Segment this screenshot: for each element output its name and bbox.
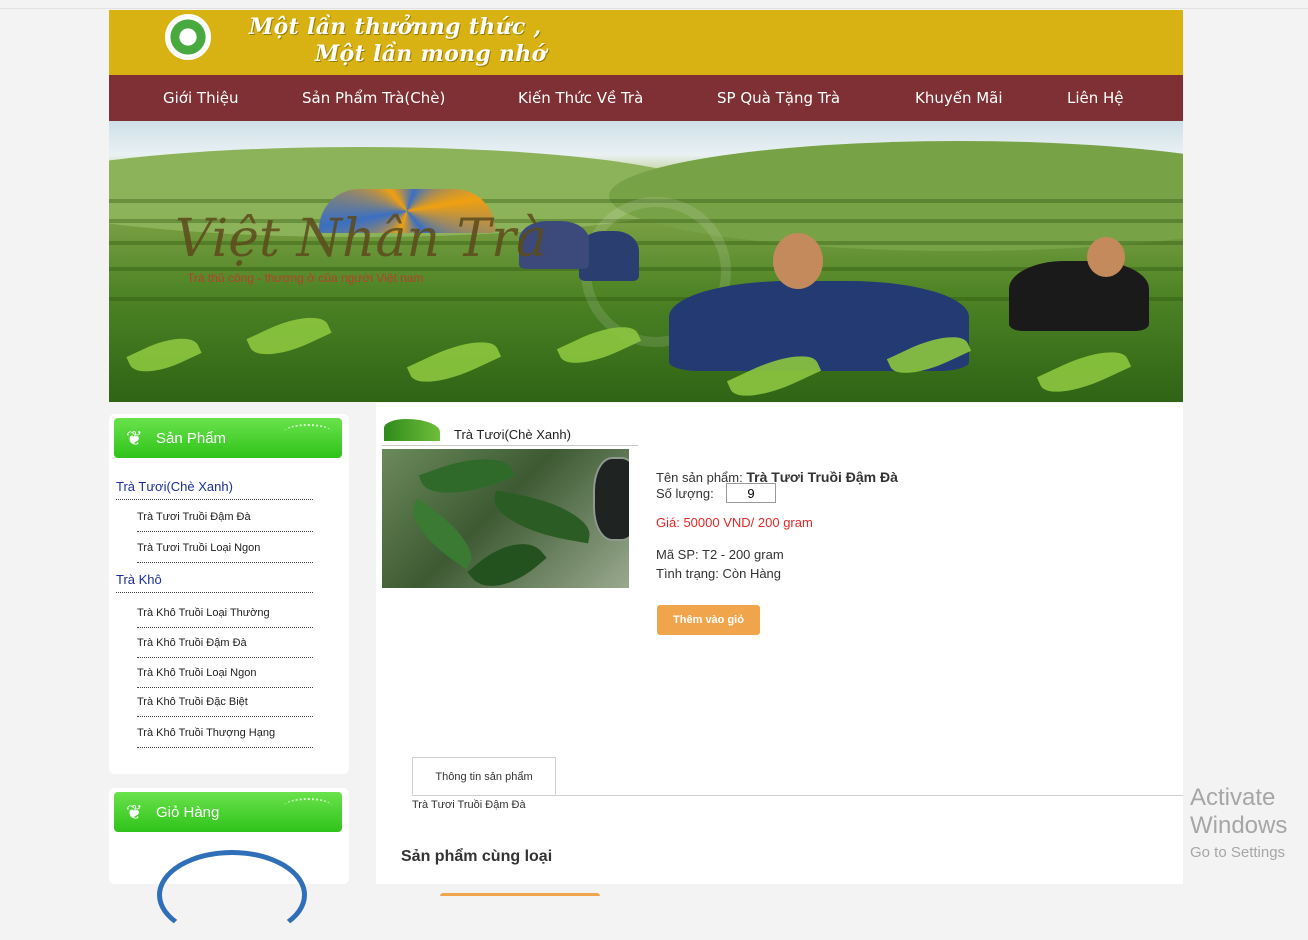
product-sku: Mã SP: T2 - 200 gram (656, 547, 784, 562)
category-link-tra-kho[interactable]: Trà Khô (116, 572, 313, 593)
sidebar-product-link[interactable]: Trà Khô Truồi Loại Ngon (137, 667, 313, 688)
tea-leaf (1036, 339, 1132, 402)
activate-windows-text: Activate Windows (1190, 784, 1288, 839)
category-divider (382, 445, 638, 446)
slogan-line-2: Một lần mong nhớ (315, 41, 547, 67)
add-to-cart-button[interactable]: Thêm vào giỏ (657, 605, 760, 635)
nav-item-khuyen-mai[interactable]: Khuyến Mãi (915, 75, 1003, 121)
product-category-title: Trà Tươi(Chè Xanh) (454, 427, 571, 442)
sidebar-product-link[interactable]: Trà Khô Truồi Thượng Hạng (137, 727, 313, 748)
category-link-tra-tuoi[interactable]: Trà Tươi(Chè Xanh) (116, 479, 313, 500)
product-detail-panel: Trà Tươi(Chè Xanh) Tên sản phẩm: Trà Tươ… (376, 403, 1183, 896)
sidebar-product-link[interactable]: Trà Khô Truồi Loại Thường (137, 607, 313, 628)
site-header: Một lần thưởnng thức , Một lần mong nhớ (109, 10, 1183, 75)
tea-leaf (126, 327, 202, 383)
tea-leaves-icon (384, 419, 440, 441)
nav-item-san-pham-tra[interactable]: Sản Phẩm Trà(Chè) (302, 75, 445, 121)
tea-sprig-icon: ❦ (126, 428, 143, 450)
sidebar-products-heading: Sản Phẩm (156, 430, 227, 447)
product-name-row: Tên sản phẩm: Trà Tươi Truồi Đậm Đà (656, 469, 898, 485)
go-to-settings-text: Go to Settings (1190, 844, 1286, 861)
page-container: Một lần thưởnng thức , Một lần mong nhớ … (109, 10, 1183, 940)
tea-sprig-icon: ❦ (126, 802, 143, 824)
hero-banner-image: Việt Nhân Trà Trà thủ công - thương ở củ… (109, 121, 1183, 402)
leaf-shape (467, 527, 547, 588)
leaf-shape (400, 498, 484, 570)
tea-leaf (246, 305, 332, 367)
worker-face (1087, 237, 1125, 277)
related-products-title: Sản phẩm cùng loại (401, 848, 553, 865)
worker-face (773, 233, 823, 289)
tea-leaf (406, 329, 502, 395)
sidebar-product-link[interactable]: Trà Khô Truồi Đặc Biệt (137, 696, 313, 717)
slogan-line-1: Một lần thưởnng thức , (249, 14, 542, 40)
banner-brand-title: Việt Nhân Trà (175, 209, 548, 269)
top-border-line (0, 8, 1308, 9)
nav-item-kien-thuc-ve-tra[interactable]: Kiến Thức Về Trà (518, 75, 643, 121)
sidebar-product-link[interactable]: Trà Khô Truồi Đậm Đà (137, 637, 313, 658)
quantity-input[interactable] (726, 483, 776, 503)
tab-content-text: Trà Tươi Truồi Đậm Đà (412, 799, 526, 811)
tab-product-info[interactable]: Thông tin sản phẩm (412, 757, 556, 795)
cart-graphic-icon (157, 850, 307, 940)
sidebar-product-link[interactable]: Trà Tươi Truồi Đậm Đà (137, 511, 313, 532)
sidebar-product-link[interactable]: Trà Tươi Truồi Loại Ngon (137, 542, 313, 563)
decorative-swirl-icon (284, 424, 332, 440)
banner-subtitle: Trà thủ công - thương ở của người Việt n… (187, 271, 424, 285)
sidebar-products-box: ❦ Sản Phẩm Trà Tươi(Chè Xanh) Trà Tươi T… (109, 414, 349, 774)
nav-item-lien-he[interactable]: Liên Hệ (1067, 75, 1124, 121)
main-nav: Giới Thiệu Sản Phẩm Trà(Chè) Kiến Thức V… (109, 75, 1183, 121)
quantity-label: Số lượng: (656, 486, 714, 501)
sidebar-cart-header: ❦ Giỏ Hàng (114, 792, 342, 832)
windows-activation-watermark: Activate Windows Go to Settings (1190, 784, 1308, 861)
product-price: Giá: 50000 VND/ 200 gram (656, 515, 813, 530)
nav-item-sp-qua-tang-tra[interactable]: SP Quà Tặng Trà (717, 75, 840, 121)
leaf-shape (489, 490, 595, 544)
decorative-swirl-icon (284, 798, 332, 814)
worker-figure (1009, 261, 1149, 331)
related-product-button-edge[interactable] (440, 893, 600, 896)
nav-item-gioi-thieu[interactable]: Giới Thiệu (163, 75, 238, 121)
sidebar-cart-heading: Giỏ Hàng (156, 804, 220, 821)
tea-leaf-logo-icon[interactable] (165, 14, 211, 60)
sidebar-cart-box: ❦ Giỏ Hàng (109, 788, 349, 940)
product-stock-status: Tình trạng: Còn Hàng (656, 566, 782, 581)
sidebar-products-header: ❦ Sản Phẩm (114, 418, 342, 458)
product-image[interactable] (382, 449, 629, 588)
tea-bowl-shape (593, 457, 629, 541)
